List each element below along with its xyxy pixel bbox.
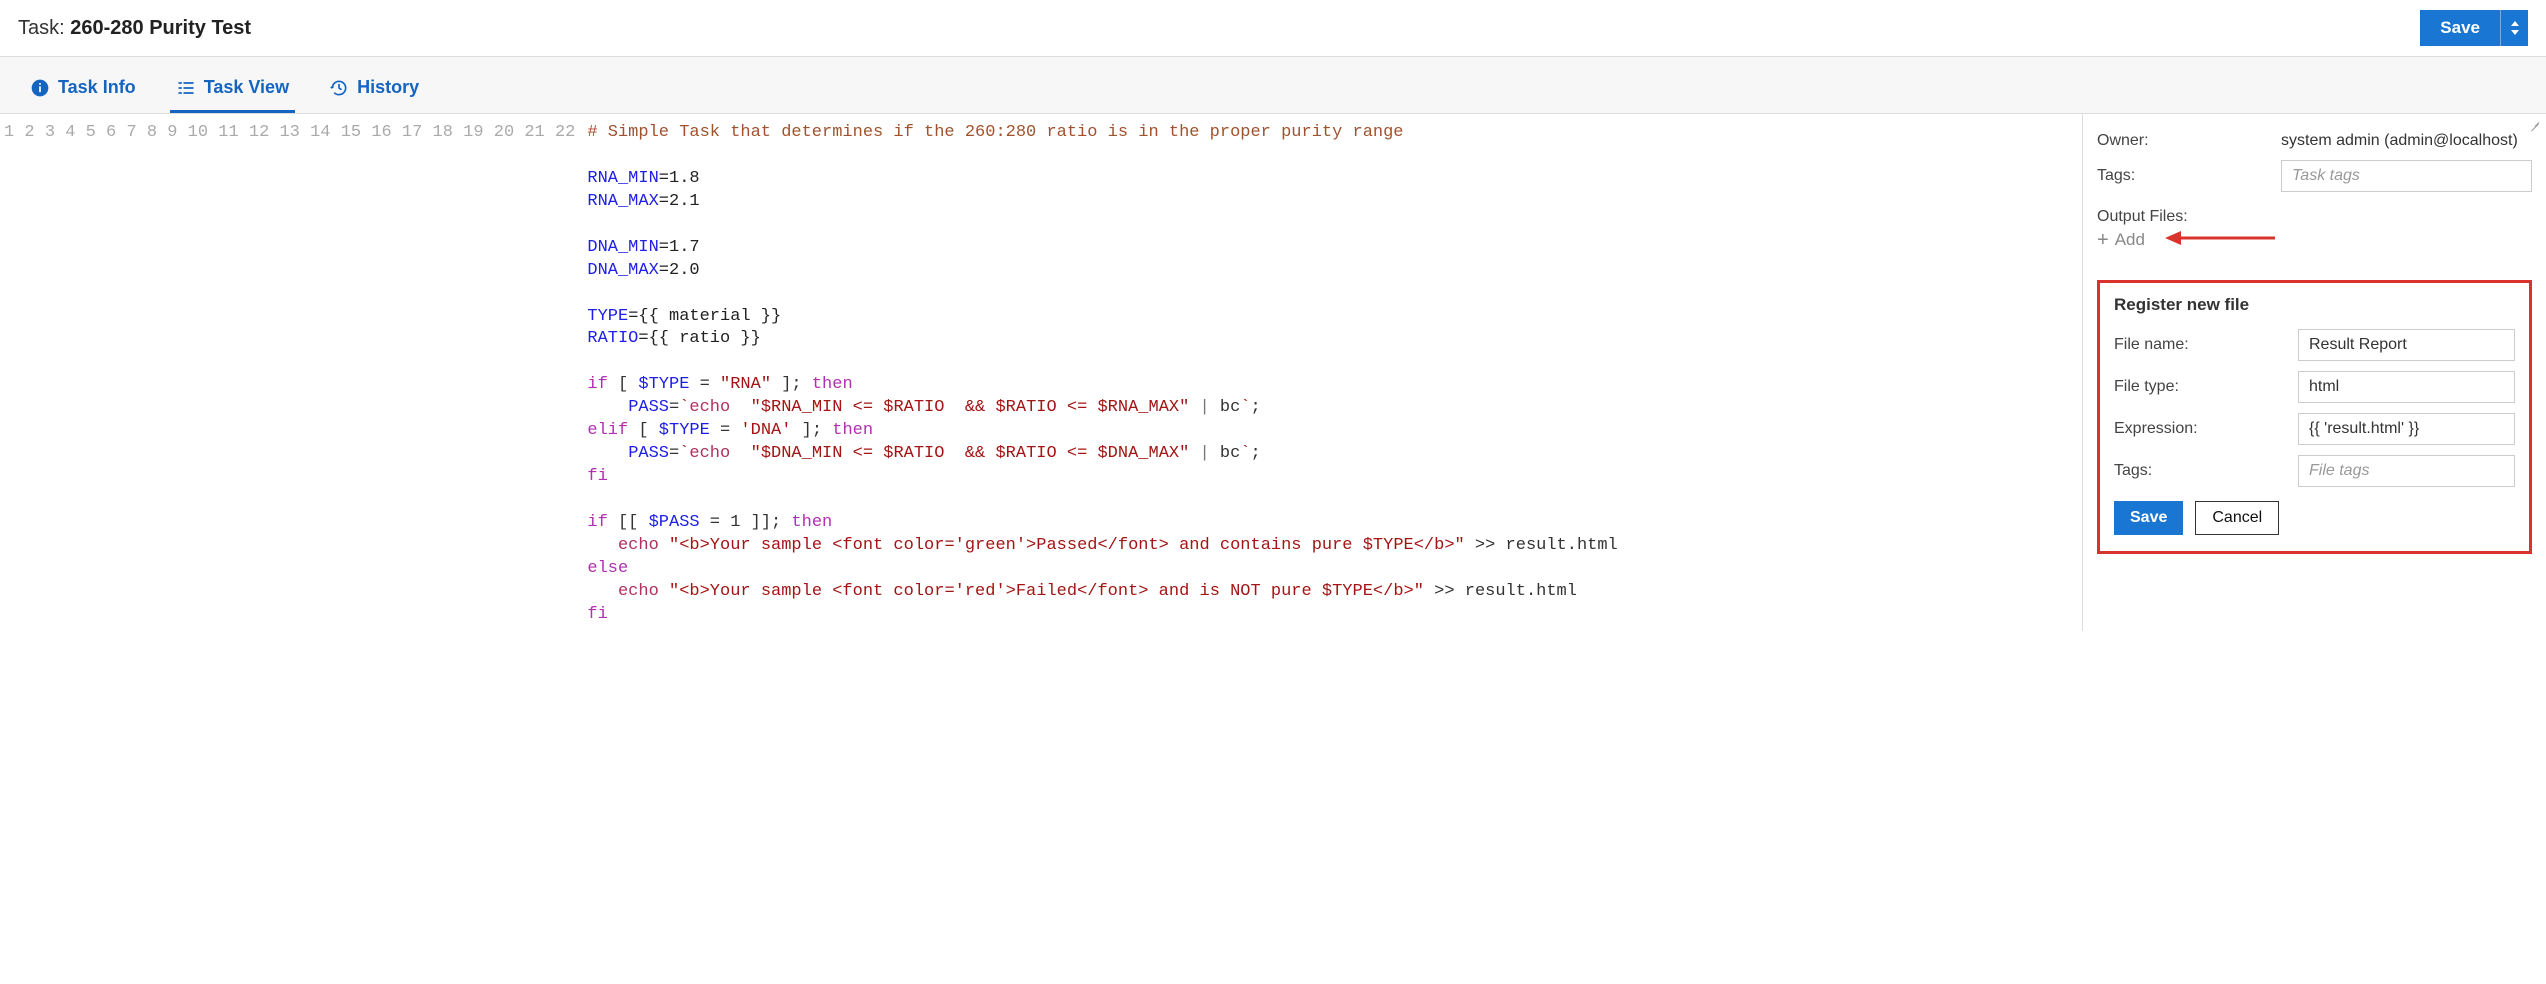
resize-handle-icon[interactable]	[2526, 114, 2540, 128]
expression-row: Expression:	[2114, 413, 2515, 445]
owner-row: Owner: system admin (admin@localhost)	[2097, 132, 2532, 150]
save-dropdown-button[interactable]	[2500, 10, 2528, 46]
filetype-label: File type:	[2114, 378, 2288, 396]
file-tags-label: Tags:	[2114, 462, 2288, 480]
tab-label: Task Info	[58, 77, 136, 98]
properties-sidebar: Owner: system admin (admin@localhost) Ta…	[2082, 114, 2546, 631]
tab-history[interactable]: History	[323, 67, 425, 113]
tab-bar: Task Info Task View History	[0, 57, 2546, 114]
save-button-group: Save	[2420, 10, 2528, 46]
history-icon	[329, 78, 349, 98]
file-tags-input[interactable]	[2298, 455, 2515, 487]
task-title: Task: 260-280 Purity Test	[18, 17, 251, 40]
code-body[interactable]: # Simple Task that determines if the 260…	[583, 118, 1627, 631]
register-file-panel: Register new file File name: File type: …	[2097, 280, 2532, 554]
panel-cancel-button[interactable]: Cancel	[2195, 501, 2279, 535]
panel-actions: Save Cancel	[2114, 501, 2515, 535]
owner-label: Owner:	[2097, 132, 2271, 150]
filename-label: File name:	[2114, 336, 2288, 354]
line-gutter: 1 2 3 4 5 6 7 8 9 10 11 12 13 14 15 16 1…	[0, 118, 583, 631]
tab-label: Task View	[204, 77, 289, 98]
list-icon	[176, 78, 196, 98]
add-label: Add	[2115, 230, 2145, 250]
task-name: 260-280 Purity Test	[70, 17, 251, 39]
tab-task-view[interactable]: Task View	[170, 67, 295, 113]
plus-icon: +	[2097, 230, 2109, 250]
filetype-input[interactable]	[2298, 371, 2515, 403]
tab-task-info[interactable]: Task Info	[24, 67, 142, 113]
updown-icon	[2510, 21, 2520, 35]
panel-title: Register new file	[2114, 295, 2515, 315]
expression-input[interactable]	[2298, 413, 2515, 445]
tab-label: History	[357, 77, 419, 98]
code-editor[interactable]: 1 2 3 4 5 6 7 8 9 10 11 12 13 14 15 16 1…	[0, 114, 2082, 631]
tags-row: Tags:	[2097, 160, 2532, 192]
info-icon	[30, 78, 50, 98]
filename-input[interactable]	[2298, 329, 2515, 361]
task-tags-input[interactable]	[2281, 160, 2532, 192]
header-bar: Task: 260-280 Purity Test Save	[0, 0, 2546, 57]
expression-label: Expression:	[2114, 420, 2288, 438]
add-output-file-button[interactable]: + Add	[2097, 230, 2145, 250]
arrow-annotation-icon	[2165, 228, 2275, 248]
owner-value: system admin (admin@localhost)	[2281, 132, 2532, 150]
filetype-row: File type:	[2114, 371, 2515, 403]
file-tags-row: Tags:	[2114, 455, 2515, 487]
content-area: 1 2 3 4 5 6 7 8 9 10 11 12 13 14 15 16 1…	[0, 114, 2546, 631]
save-button[interactable]: Save	[2420, 10, 2500, 46]
output-files-label: Output Files:	[2097, 208, 2532, 226]
task-label: Task:	[18, 17, 65, 39]
tags-label: Tags:	[2097, 167, 2271, 185]
panel-save-button[interactable]: Save	[2114, 501, 2183, 535]
filename-row: File name:	[2114, 329, 2515, 361]
